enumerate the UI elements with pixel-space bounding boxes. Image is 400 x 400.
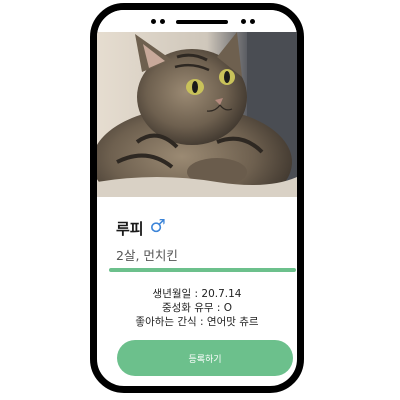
- pet-photo: [97, 32, 297, 197]
- camera-dot: [151, 19, 156, 24]
- speaker-grille: [176, 20, 228, 24]
- sensor-dots: [241, 19, 255, 24]
- register-button[interactable]: 등록하기: [117, 340, 293, 376]
- pet-details: 생년월일 : 20.7.14 중성화 유무 : O 좋아하는 간식 : 연어맛 …: [97, 287, 297, 329]
- male-symbol-icon: ♂: [149, 215, 166, 237]
- pet-name-row: 루피 ♂: [116, 215, 166, 239]
- sensor-dot: [250, 19, 255, 24]
- camera-dot: [160, 19, 165, 24]
- section-divider: [109, 268, 296, 272]
- camera-dots: [151, 19, 165, 24]
- sensor-dot: [241, 19, 246, 24]
- neutered-text: 중성화 유무 : O: [161, 302, 233, 314]
- cat-image: [97, 32, 297, 197]
- phone-frame: 루피 ♂ 2살, 먼치킨 생년월일 : 20.7.14 중성화 유무 : O 좋…: [90, 3, 304, 393]
- phone-top-bar: [97, 10, 297, 32]
- birthday-text: 생년월일 : 20.7.14: [152, 288, 242, 300]
- favorite-snack-text: 좋아하는 간식 : 연어맛 츄르: [135, 316, 259, 328]
- pet-name: 루피: [116, 220, 144, 238]
- pet-age-breed: 2살, 먼치킨: [116, 248, 178, 263]
